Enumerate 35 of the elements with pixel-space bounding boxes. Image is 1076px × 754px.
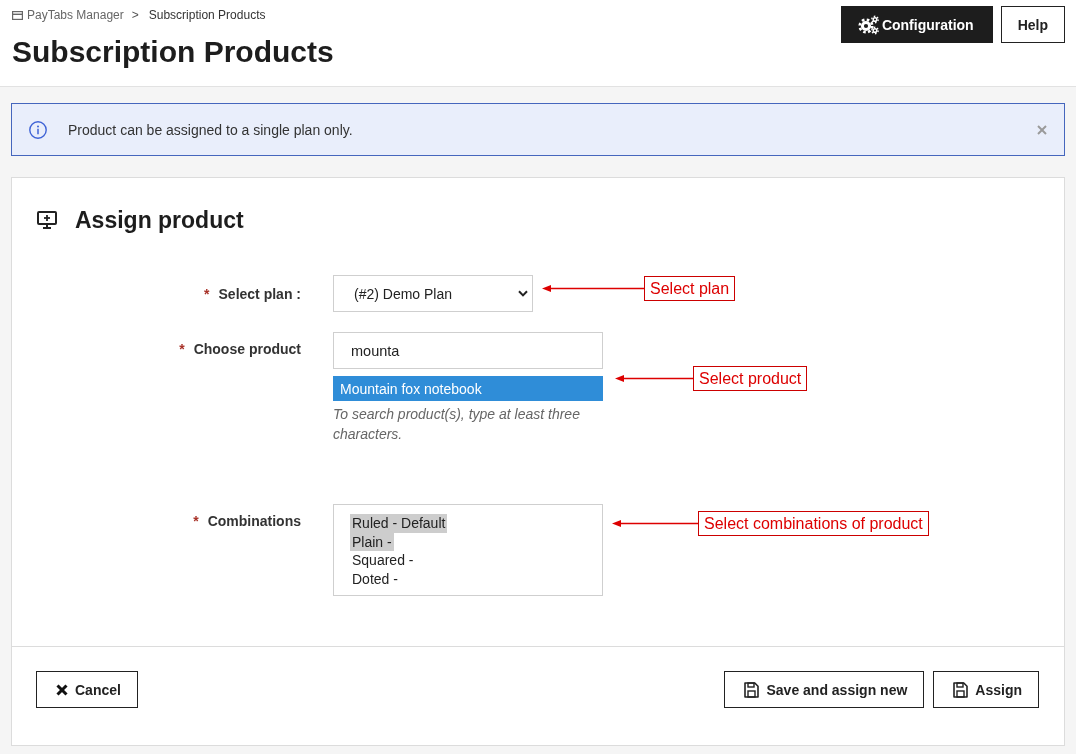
field-label: Combinations [207,512,301,531]
window-icon [12,10,23,20]
required-mark: * [204,284,210,304]
card-title: Assign product [75,206,244,235]
close-icon[interactable] [1037,124,1047,135]
monitor-plus-icon [37,211,57,229]
x-icon [56,683,68,696]
alert-message: Product can be assigned to a single plan only. [68,121,354,138]
listbox-option[interactable]: Squared - [350,551,416,571]
plan-select[interactable]: (#2) Demo Plan [333,275,533,312]
required-mark: * [179,340,185,359]
help-text: To search product(s), type at least three characters. [333,405,581,444]
info-icon [29,120,47,139]
required-mark: * [193,512,199,531]
annotation-callout: Select product [693,366,808,391]
configuration-button[interactable]: Configuration [840,6,993,43]
assign-button[interactable]: Assign [933,671,1039,708]
annotation-callout: Select plan [644,276,736,301]
breadcrumb-link[interactable]: PayTabs Manager [27,7,124,23]
help-button[interactable]: Help [1000,6,1065,43]
breadcrumb-separator: > [131,7,139,23]
listbox-option[interactable]: Doted - [350,570,400,589]
cancel-button[interactable]: Cancel [36,671,138,708]
field-label: Choose product [193,340,301,359]
save-and-assign-new-button[interactable]: Save and assign new [724,671,925,708]
product-search-field[interactable]: mounta [333,332,603,369]
breadcrumb-current: Subscription Products [148,7,266,23]
field-label: Select plan : [218,284,301,304]
annotation-callout: Select combinations of product [698,511,929,536]
listbox-option[interactable]: Ruled - Default [350,514,448,533]
suggestion-item[interactable]: Mountain fox notebook [333,376,603,401]
chevron-down-icon [518,290,528,297]
gears-icon [857,14,879,35]
combinations-listbox[interactable]: Ruled - Default Plain - Squared - Doted - [333,504,603,596]
page-title: Subscription Products [12,34,334,70]
